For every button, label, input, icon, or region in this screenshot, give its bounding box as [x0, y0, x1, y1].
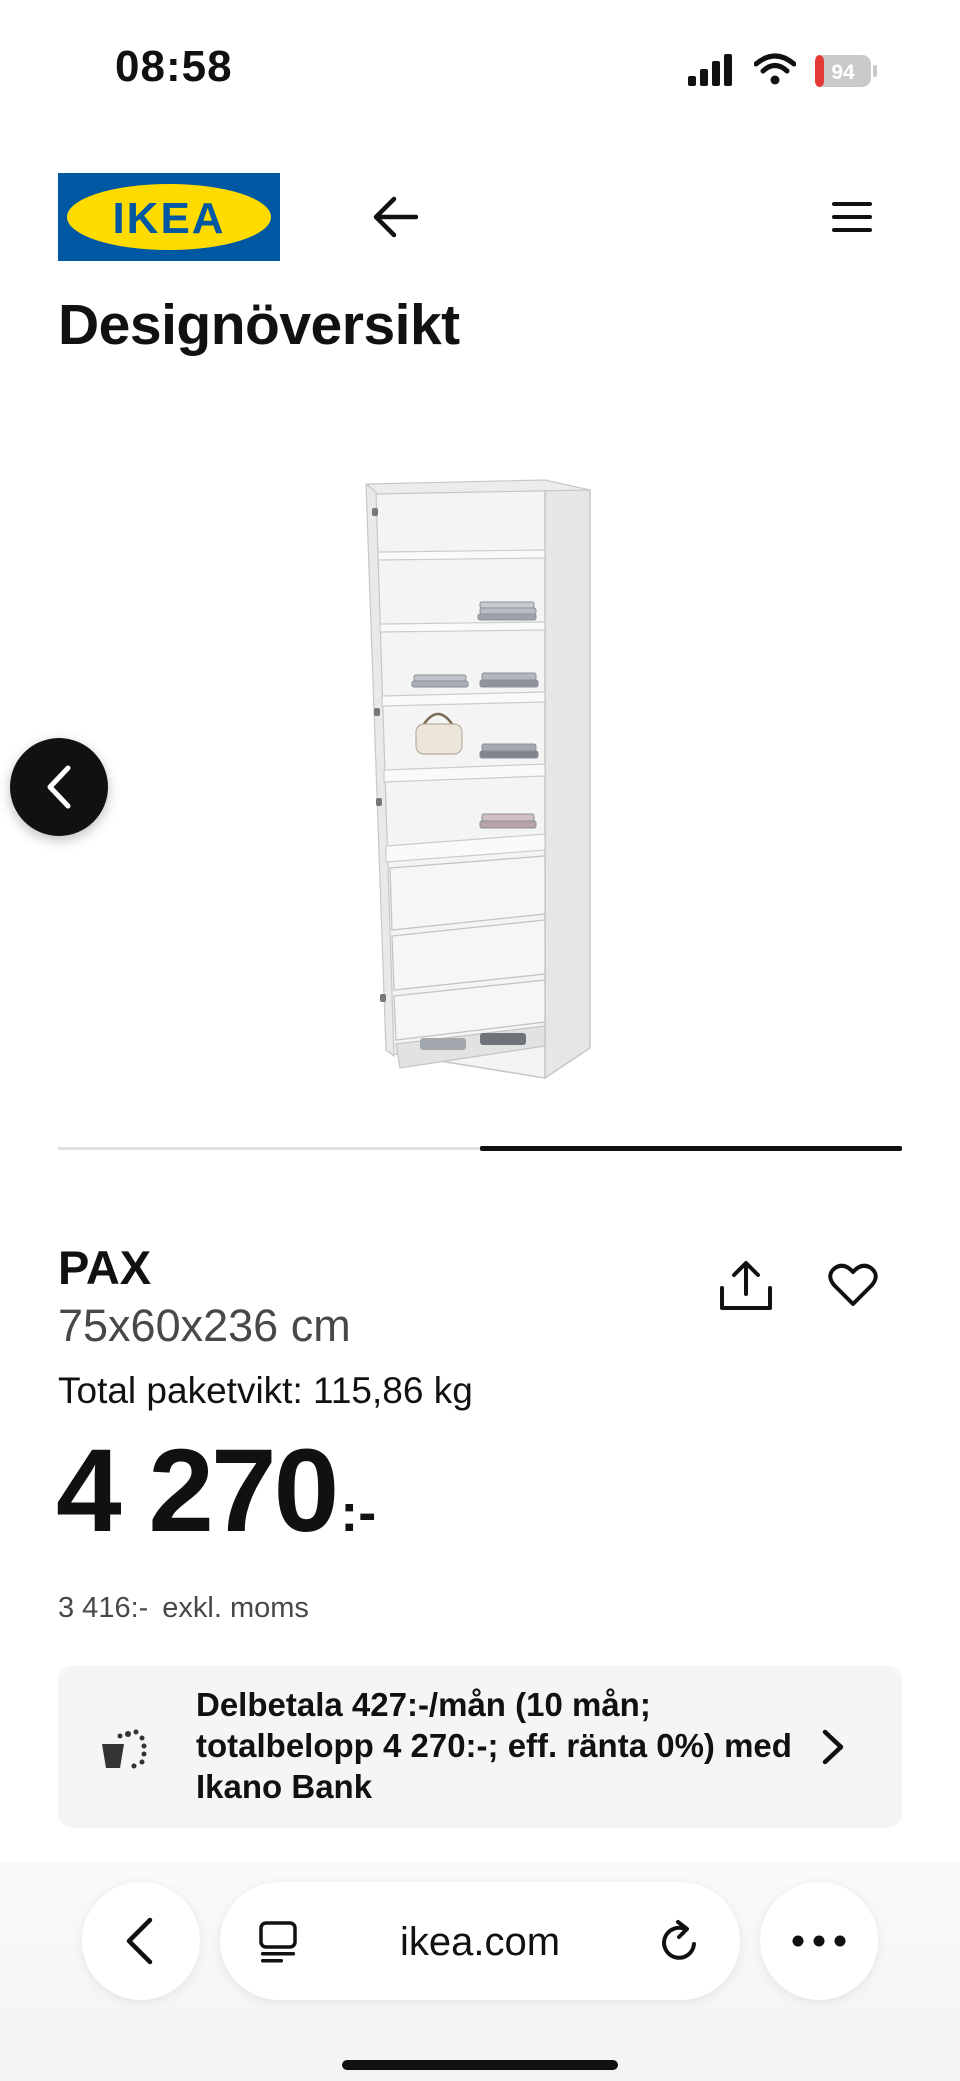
coin-bag-icon — [102, 1729, 147, 1769]
cellular-signal-icon — [688, 54, 732, 86]
page-title: Designöversikt — [58, 293, 460, 357]
price-amount: 4 270 — [56, 1425, 339, 1557]
chevron-left-icon — [47, 765, 71, 809]
installment-offer-card[interactable]: Delbetala 427:-/mån (10 mån; totalbelopp… — [58, 1666, 902, 1828]
browser-back-button[interactable] — [82, 1882, 200, 2000]
product-name: PAX — [58, 1241, 152, 1294]
battery-level: 94 — [831, 61, 855, 84]
status-time: 08:58 — [115, 42, 233, 91]
browser-more-button[interactable] — [760, 1882, 878, 2000]
product-price: 4 270:- — [56, 1432, 376, 1550]
weight-label: Total paketvikt: — [58, 1370, 303, 1411]
browser-toolbar: ikea.com — [0, 1862, 960, 2081]
reload-icon[interactable] — [658, 1918, 702, 1964]
chevron-right-icon — [822, 1729, 844, 1765]
logo-text: IKEA — [112, 194, 225, 243]
price-suffix: :- — [340, 1483, 377, 1543]
installment-text: Delbetala 427:-/mån (10 mån; totalbelopp… — [196, 1686, 792, 1805]
product-image[interactable] — [360, 478, 600, 1088]
address-bar[interactable]: ikea.com — [220, 1882, 740, 2000]
home-indicator — [342, 2060, 618, 2070]
price-excl-value: 3 416:- — [58, 1592, 149, 1624]
wifi-icon — [754, 53, 796, 85]
package-weight: Total paketvikt: 115,86 kg — [58, 1370, 473, 1412]
battery-icon: 94 — [814, 54, 878, 88]
more-dots-icon — [792, 1935, 846, 1947]
price-excl-vat: 3 416:- exkl. moms — [58, 1592, 323, 1625]
browser-back-icon — [126, 1917, 153, 1965]
carousel-prev-button[interactable] — [10, 738, 108, 836]
carousel-progress-track — [58, 1146, 902, 1151]
ikea-logo[interactable]: IKEA — [58, 173, 280, 261]
weight-value: 115,86 kg — [313, 1370, 473, 1411]
carousel-progress-indicator — [480, 1146, 902, 1151]
heart-icon[interactable] — [828, 1262, 878, 1308]
price-excl-label: exkl. moms — [162, 1592, 309, 1624]
share-icon[interactable] — [718, 1260, 774, 1312]
hamburger-menu-icon[interactable] — [830, 200, 874, 234]
back-arrow-icon[interactable] — [372, 195, 418, 239]
product-dimensions: 75x60x236 cm — [58, 1300, 351, 1351]
